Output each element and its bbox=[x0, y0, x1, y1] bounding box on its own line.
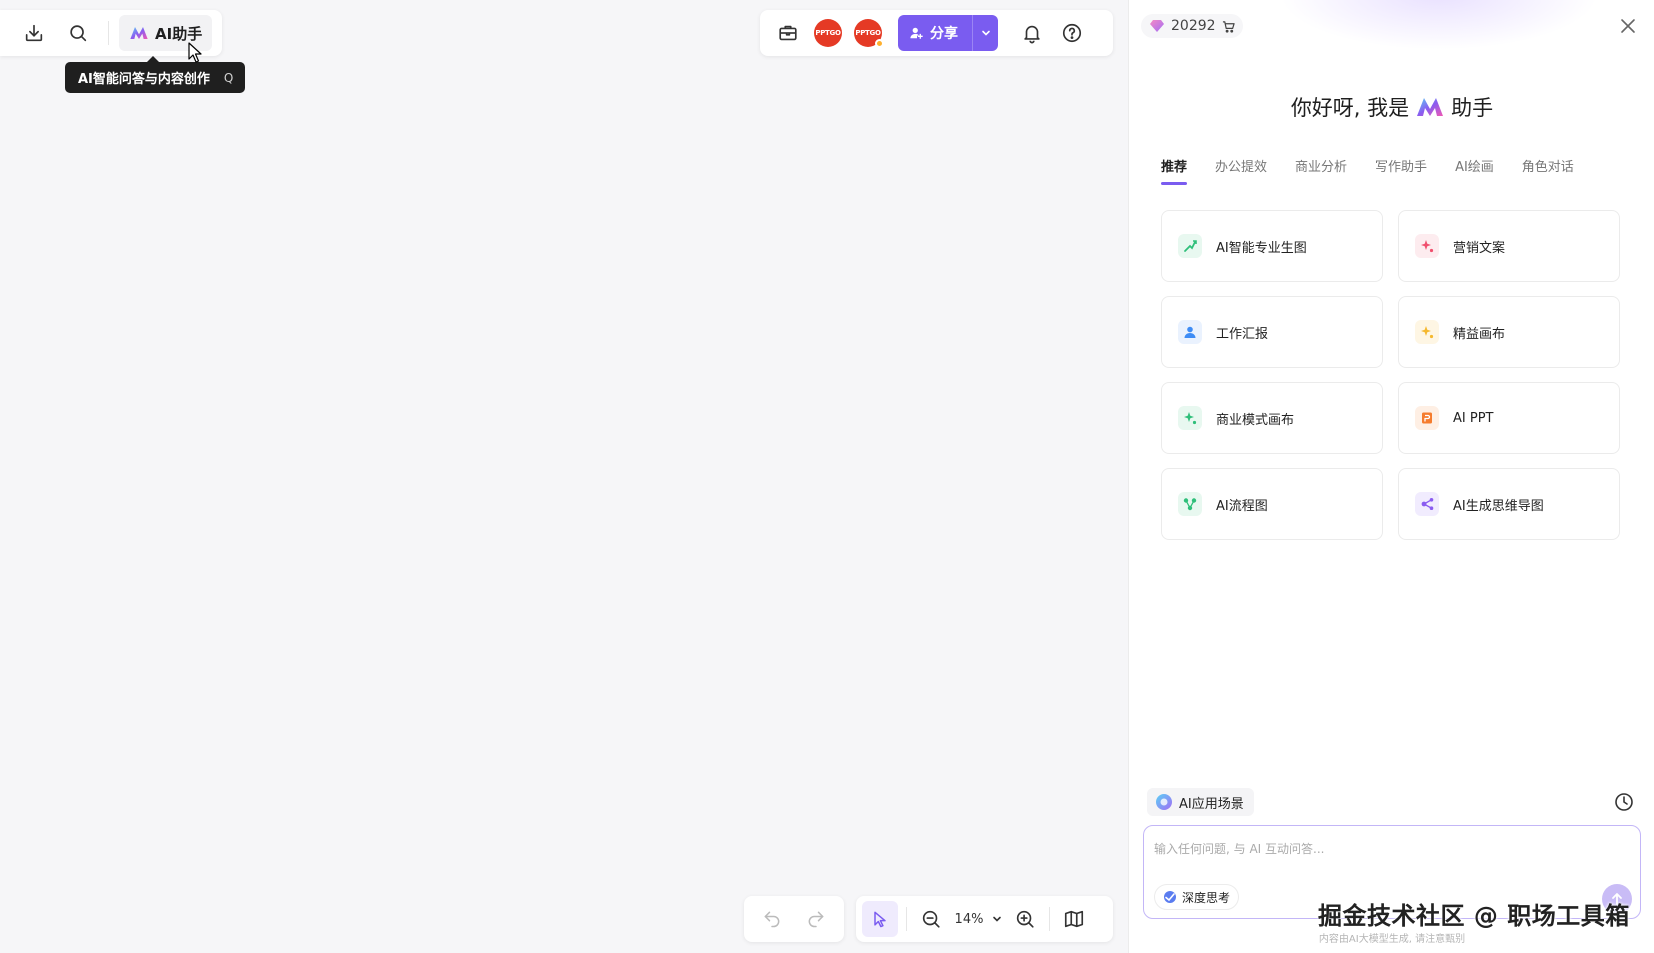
greeting-prefix: 你好呀, 我是 bbox=[1290, 96, 1410, 120]
scenario-card-label: AI流程图 bbox=[1216, 498, 1268, 514]
scenario-card[interactable]: AI PPT bbox=[1398, 382, 1620, 454]
mouse-cursor-icon bbox=[188, 42, 202, 63]
avatar-text: PPTGO bbox=[855, 29, 881, 37]
history-toolbar bbox=[744, 896, 844, 942]
scenario-card[interactable]: 商业模式画布 bbox=[1161, 382, 1383, 454]
redo-icon[interactable] bbox=[796, 899, 836, 939]
zoom-toolbar: 14% bbox=[856, 896, 1113, 942]
user-avatar-button[interactable]: PPTGO bbox=[848, 13, 888, 53]
scenario-card-label: 商业模式画布 bbox=[1216, 412, 1295, 428]
whiteboard-canvas[interactable] bbox=[0, 0, 1128, 953]
greeting: 你好呀, 我是 助手 bbox=[1129, 92, 1654, 122]
ai-scene-button[interactable]: AI应用场景 bbox=[1147, 788, 1254, 816]
help-icon[interactable] bbox=[1052, 13, 1092, 53]
scene-icon bbox=[1156, 794, 1172, 810]
ppt-icon bbox=[1415, 406, 1439, 430]
avatar-text: PPTGO bbox=[815, 29, 841, 37]
sparkle-icon bbox=[1415, 320, 1439, 344]
scenario-card[interactable]: AI生成思维导图 bbox=[1398, 468, 1620, 540]
collaborator-avatar-button[interactable]: PPTGO bbox=[808, 13, 848, 53]
scenario-cards: AI智能专业生图 营销文案工作汇报 精益画布商业模式画布 AI PPT AI流程图 AI生… bbox=[1161, 210, 1620, 540]
zoom-level[interactable]: 14% bbox=[947, 912, 991, 927]
scenario-card-label: 工作汇报 bbox=[1216, 326, 1269, 342]
scenario-card[interactable]: 营销文案 bbox=[1398, 210, 1620, 282]
scenario-card[interactable]: 工作汇报 bbox=[1161, 296, 1383, 368]
deep-think-toggle[interactable]: 深度思考 bbox=[1154, 884, 1240, 910]
top-right-toolbar: PPTGO PPTGO 分享 bbox=[760, 10, 1113, 56]
ai-assistant-tooltip: AI智能问答与内容创作 Q bbox=[65, 56, 246, 93]
image-gen-icon bbox=[1178, 234, 1202, 258]
toolbar-divider bbox=[108, 21, 109, 45]
scenario-card[interactable]: AI流程图 bbox=[1161, 468, 1383, 540]
person-icon bbox=[1178, 320, 1202, 344]
points-value: 20292 bbox=[1171, 18, 1216, 34]
tab-item[interactable]: AI绘画 bbox=[1455, 156, 1494, 185]
tooltip-text: AI智能问答与内容创作 bbox=[78, 72, 210, 87]
flowchart-icon bbox=[1178, 492, 1202, 516]
scenario-card-label: AI智能专业生图 bbox=[1216, 240, 1307, 256]
cart-icon bbox=[1222, 20, 1235, 33]
share-label: 分享 bbox=[930, 26, 958, 42]
avatar: PPTGO bbox=[814, 19, 842, 47]
watermark-text: 掘金技术社区 @ 职场工具箱 bbox=[1318, 902, 1630, 930]
sparkle-icon bbox=[1178, 406, 1202, 430]
undo-icon[interactable] bbox=[752, 899, 792, 939]
ai-logo-icon bbox=[1417, 98, 1444, 116]
category-tabs: 推荐 办公提效 商业分析 写作助手 AI绘画 角色对话 bbox=[1161, 156, 1574, 185]
header-glow bbox=[1279, 0, 1599, 50]
points-badge[interactable]: 20292 bbox=[1141, 14, 1243, 38]
status-dot bbox=[875, 39, 884, 48]
tab-item[interactable]: 办公提效 bbox=[1215, 156, 1267, 185]
zoom-in-icon[interactable] bbox=[1007, 899, 1043, 939]
add-user-icon bbox=[910, 27, 923, 39]
minimap-icon[interactable] bbox=[1056, 899, 1092, 939]
history-clock-icon[interactable] bbox=[1614, 792, 1634, 812]
zoom-dropdown[interactable] bbox=[991, 910, 1003, 929]
tab-item[interactable]: 商业分析 bbox=[1295, 156, 1347, 185]
ai-assistant-label: AI助手 bbox=[155, 24, 203, 43]
tab-item[interactable]: 角色对话 bbox=[1522, 156, 1574, 185]
chevron-down-icon bbox=[993, 916, 1001, 922]
zoom-out-icon[interactable] bbox=[915, 899, 947, 939]
scenario-card-label: 营销文案 bbox=[1453, 240, 1506, 256]
select-tool-button[interactable] bbox=[862, 901, 898, 937]
tab-item[interactable]: 推荐 bbox=[1161, 156, 1188, 185]
chat-input-placeholder[interactable]: 输入任何问题, 与 AI 互动问答... bbox=[1154, 840, 1324, 857]
greeting-suffix: 助手 bbox=[1451, 96, 1494, 120]
scenario-card-label: 精益画布 bbox=[1453, 326, 1506, 342]
deep-think-label: 深度思考 bbox=[1182, 890, 1231, 905]
ai-assistant-panel: 20292 你好呀, 我是 助手 推荐 办公提效 商业分析 写作助手 AI绘画 角色对话 … bbox=[1128, 0, 1654, 953]
pointer-icon bbox=[874, 911, 886, 928]
search-icon[interactable] bbox=[58, 13, 98, 53]
download-icon[interactable] bbox=[14, 13, 54, 53]
sparkle-icon bbox=[1415, 234, 1439, 258]
gem-icon bbox=[1150, 20, 1164, 32]
toolbox-icon[interactable] bbox=[768, 13, 808, 53]
tooltip-shortcut: Q bbox=[223, 70, 234, 85]
toolbar-divider bbox=[1049, 907, 1050, 931]
scenario-card[interactable]: 精益画布 bbox=[1398, 296, 1620, 368]
share-button[interactable]: 分享 bbox=[898, 15, 998, 51]
scenario-card-label: AI PPT bbox=[1453, 410, 1494, 426]
scenario-card[interactable]: AI智能专业生图 bbox=[1161, 210, 1383, 282]
share-main[interactable]: 分享 bbox=[898, 23, 972, 43]
mindmap-icon bbox=[1415, 492, 1439, 516]
scenario-card-label: AI生成思维导图 bbox=[1453, 498, 1544, 514]
scene-label: AI应用场景 bbox=[1179, 796, 1244, 812]
ai-disclaimer: 内容由AI大模型生成, 请注意甄别 bbox=[1318, 934, 1466, 945]
ai-logo-icon bbox=[130, 27, 148, 39]
chevron-down-icon bbox=[981, 30, 990, 36]
avatar: PPTGO bbox=[854, 19, 884, 48]
tab-item[interactable]: 写作助手 bbox=[1375, 156, 1427, 185]
share-dropdown-button[interactable] bbox=[972, 15, 998, 51]
notification-bell-icon[interactable] bbox=[1012, 13, 1052, 53]
toolbar-divider bbox=[906, 907, 907, 931]
deep-think-icon bbox=[1164, 891, 1176, 903]
close-icon[interactable] bbox=[1618, 16, 1638, 36]
